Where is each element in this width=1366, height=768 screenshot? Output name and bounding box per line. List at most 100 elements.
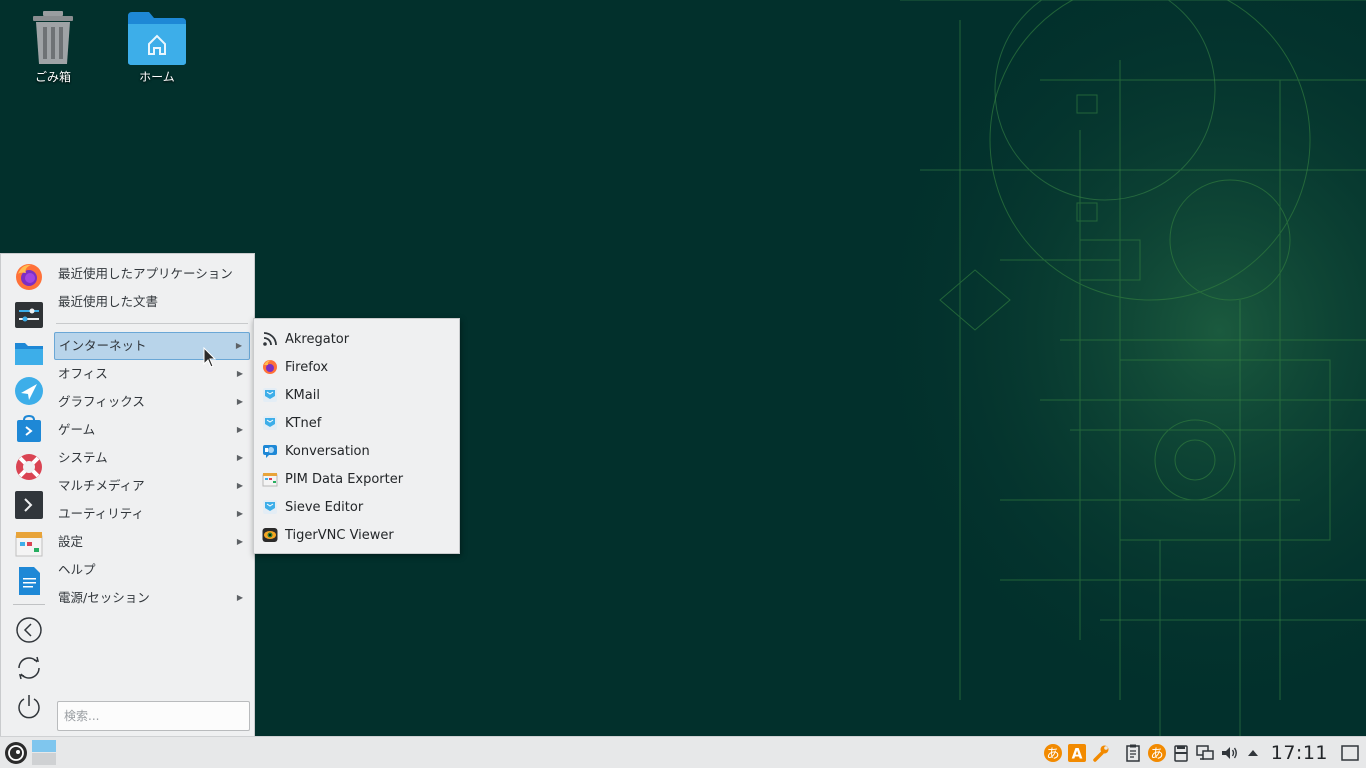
kmail-icon bbox=[263, 388, 277, 402]
tools-icon[interactable] bbox=[1091, 743, 1111, 763]
settings-icon[interactable] bbox=[14, 300, 44, 330]
volume-icon[interactable] bbox=[1219, 743, 1239, 763]
menu-category-label: 設定 bbox=[58, 534, 84, 549]
submenu-item-akregator[interactable]: Akregator bbox=[254, 325, 459, 353]
submenu-arrow-icon: ▶ bbox=[236, 453, 243, 462]
application-launcher-icon[interactable] bbox=[4, 741, 28, 765]
svg-text:あ: あ bbox=[1046, 747, 1059, 762]
submenu-item-label: PIM Data Exporter bbox=[285, 471, 404, 487]
clipboard-icon[interactable] bbox=[1123, 743, 1143, 763]
menu-category-label: インターネット bbox=[59, 338, 147, 353]
submenu-arrow-icon: ▶ bbox=[236, 509, 243, 518]
power-icon[interactable] bbox=[14, 691, 44, 721]
menu-category-label: グラフィックス bbox=[58, 394, 145, 409]
input-method-a-icon[interactable]: A bbox=[1067, 743, 1087, 763]
menu-recent-apps[interactable]: 最近使用したアプリケーション bbox=[54, 260, 250, 288]
input-method-hiragana-icon[interactable]: あ bbox=[1043, 743, 1063, 763]
submenu-arrow-icon: ▶ bbox=[235, 341, 242, 350]
home-folder-icon bbox=[128, 12, 186, 65]
sieve-editor-icon bbox=[263, 500, 277, 514]
rss-icon bbox=[263, 332, 277, 346]
storage-icon[interactable] bbox=[1171, 743, 1191, 763]
text-editor-icon[interactable] bbox=[14, 566, 44, 596]
submenu-item-label: KTnef bbox=[285, 415, 322, 431]
menu-recent-docs-label: 最近使用した文書 bbox=[58, 294, 159, 309]
menu-category-label: ユーティリティ bbox=[58, 506, 145, 521]
menu-category-label: ゲーム bbox=[58, 422, 96, 437]
expand-tray-icon[interactable] bbox=[1243, 743, 1263, 763]
menu-category-graphics[interactable]: グラフィックス ▶ bbox=[54, 388, 250, 416]
show-desktop-icon[interactable] bbox=[1340, 743, 1360, 763]
virtual-desktop-pager[interactable] bbox=[32, 738, 56, 766]
menu-recent-docs[interactable]: 最近使用した文書 bbox=[54, 288, 250, 316]
menu-category-label: 電源/セッション bbox=[58, 590, 150, 605]
tigervnc-icon bbox=[262, 528, 278, 542]
submenu-item-kmail[interactable]: KMail bbox=[254, 381, 459, 409]
submenu-item-label: Sieve Editor bbox=[285, 499, 364, 515]
switch-user-icon[interactable] bbox=[14, 653, 44, 683]
mouse-cursor-icon bbox=[203, 347, 217, 368]
menu-separator bbox=[56, 323, 248, 324]
store-icon[interactable] bbox=[14, 414, 44, 444]
input-method-hiragana-icon[interactable]: あ bbox=[1147, 743, 1167, 763]
firefox-icon bbox=[263, 360, 277, 374]
submenu-item-tigervnc[interactable]: TigerVNC Viewer bbox=[254, 521, 459, 549]
logout-icon[interactable] bbox=[14, 615, 44, 645]
submenu-item-sieve-editor[interactable]: Sieve Editor bbox=[254, 493, 459, 521]
menu-category-label: ヘルプ bbox=[58, 562, 96, 577]
svg-text:あ: あ bbox=[1150, 747, 1163, 762]
menu-category-list: 最近使用したアプリケーション 最近使用した文書 インターネット ▶ オフィス ▶… bbox=[54, 260, 250, 612]
terminal-icon[interactable] bbox=[14, 490, 44, 520]
submenu-arrow-icon: ▶ bbox=[236, 397, 243, 406]
menu-category-system[interactable]: システム ▶ bbox=[54, 444, 250, 472]
help-lifebuoy-icon[interactable] bbox=[14, 452, 44, 482]
trash-label: ごみ箱 bbox=[34, 70, 71, 84]
submenu-item-ktnef[interactable]: KTnef bbox=[254, 409, 459, 437]
submenu-item-label: Konversation bbox=[285, 443, 370, 459]
menu-search-input[interactable] bbox=[57, 701, 250, 731]
home-label: ホーム bbox=[139, 70, 175, 84]
menu-category-label: システム bbox=[58, 450, 108, 465]
favorites-column bbox=[7, 262, 51, 729]
menu-category-label: オフィス bbox=[58, 366, 108, 381]
svg-text:A: A bbox=[1071, 746, 1082, 762]
system-tray: あ A あ 17:11 bbox=[1041, 737, 1366, 768]
calendar-icon[interactable] bbox=[14, 528, 44, 558]
submenu-arrow-icon: ▶ bbox=[236, 425, 243, 434]
desktop-home[interactable]: ホーム bbox=[117, 10, 197, 85]
konversation-icon bbox=[263, 445, 277, 458]
internet-submenu: Akregator Firefox KMail KTnef Konversati… bbox=[253, 318, 460, 554]
menu-category-multimedia[interactable]: マルチメディア ▶ bbox=[54, 472, 250, 500]
menu-category-settings[interactable]: 設定 ▶ bbox=[54, 528, 250, 556]
menu-category-help[interactable]: ヘルプ bbox=[54, 556, 250, 584]
trash-icon bbox=[33, 11, 73, 64]
taskbar: あ A あ 17:11 bbox=[0, 736, 1366, 768]
menu-category-office[interactable]: オフィス ▶ bbox=[54, 360, 250, 388]
submenu-arrow-icon: ▶ bbox=[236, 369, 243, 378]
menu-category-power-session[interactable]: 電源/セッション ▶ bbox=[54, 584, 250, 612]
favorites-separator bbox=[13, 604, 45, 605]
clock[interactable]: 17:11 bbox=[1271, 742, 1328, 764]
application-launcher-menu: 最近使用したアプリケーション 最近使用した文書 インターネット ▶ オフィス ▶… bbox=[0, 253, 255, 736]
file-manager-icon[interactable] bbox=[14, 338, 44, 368]
menu-category-internet[interactable]: インターネット ▶ bbox=[54, 332, 250, 360]
submenu-item-label: TigerVNC Viewer bbox=[285, 527, 394, 543]
ktnef-icon bbox=[263, 416, 277, 430]
firefox-icon[interactable] bbox=[14, 262, 44, 292]
desktop-trash[interactable]: ごみ箱 bbox=[13, 10, 93, 85]
submenu-item-pim-data-exporter[interactable]: PIM Data Exporter bbox=[254, 465, 459, 493]
menu-recent-apps-label: 最近使用したアプリケーション bbox=[58, 266, 233, 281]
submenu-arrow-icon: ▶ bbox=[236, 593, 243, 602]
submenu-item-label: Firefox bbox=[285, 359, 329, 375]
submenu-arrow-icon: ▶ bbox=[236, 481, 243, 490]
discover-icon[interactable] bbox=[14, 376, 44, 406]
submenu-item-label: Akregator bbox=[285, 331, 350, 347]
menu-category-label: マルチメディア bbox=[58, 478, 145, 493]
submenu-arrow-icon: ▶ bbox=[236, 537, 243, 546]
submenu-item-label: KMail bbox=[285, 387, 320, 403]
submenu-item-firefox[interactable]: Firefox bbox=[254, 353, 459, 381]
network-icon[interactable] bbox=[1195, 743, 1215, 763]
submenu-item-konversation[interactable]: Konversation bbox=[254, 437, 459, 465]
menu-category-games[interactable]: ゲーム ▶ bbox=[54, 416, 250, 444]
menu-category-utilities[interactable]: ユーティリティ ▶ bbox=[54, 500, 250, 528]
